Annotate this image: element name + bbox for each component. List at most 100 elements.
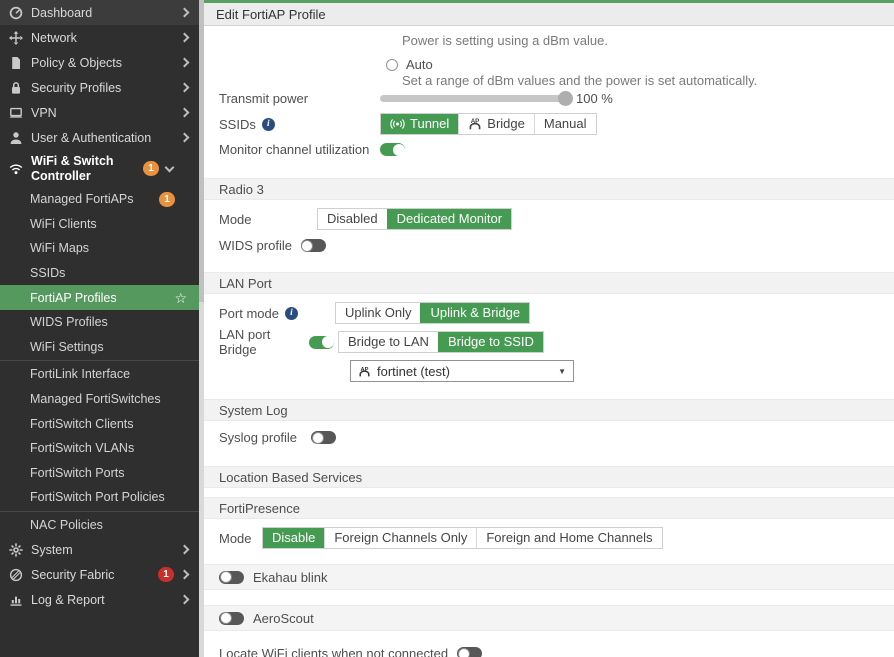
- transmit-power-row: Transmit power 100 %: [204, 91, 894, 106]
- sidebar-item-ssids[interactable]: SSIDs: [0, 261, 199, 286]
- chevron-down-icon: [164, 162, 175, 172]
- sidebar-item-policy-objects[interactable]: Policy & Objects: [0, 50, 199, 75]
- sidebar-item-network[interactable]: Network: [0, 25, 199, 50]
- fp-mode-option-disable[interactable]: Disable: [263, 528, 325, 548]
- ekahau-blink-row: Ekahau blink: [204, 564, 894, 590]
- sidebar-item-fortilink-interface[interactable]: FortiLink Interface: [0, 362, 199, 387]
- page-title: Edit FortiAP Profile: [216, 6, 326, 22]
- sidebar-item-wids-profiles[interactable]: WIDS Profiles: [0, 310, 199, 335]
- bridge-to-lan-option[interactable]: Bridge to LAN: [339, 332, 438, 352]
- sidebar-item-fortiswitch-vlans[interactable]: FortiSwitch VLANs: [0, 436, 199, 461]
- port-mode-row: Port mode i Uplink Only Uplink & Bridge: [204, 302, 894, 324]
- fortipresence-mode-label: Mode: [219, 530, 252, 546]
- monitor-channel-label: Monitor channel utilization: [219, 142, 370, 157]
- bridge-to-ssid-option[interactable]: Bridge to SSID: [437, 332, 543, 352]
- wids-profile-label: WIDS profile: [219, 238, 292, 253]
- radio3-mode-option-disabled[interactable]: Disabled: [318, 209, 387, 229]
- laptop-icon: [8, 106, 24, 120]
- sidebar-item-wifi-settings[interactable]: WiFi Settings: [0, 335, 199, 360]
- fp-mode-option-foreign-channels-only[interactable]: Foreign Channels Only: [324, 528, 476, 548]
- sidebar-item-security-fabric[interactable]: Security Fabric 1: [0, 562, 199, 587]
- chevron-right-icon: [179, 107, 190, 118]
- fortiap-profile-form: Power is setting using a dBm value. Auto…: [204, 26, 894, 657]
- fp-mode-option-foreign-and-home-channels[interactable]: Foreign and Home Channels: [476, 528, 661, 548]
- sidebar-item-wifi-maps[interactable]: WiFi Maps: [0, 236, 199, 261]
- sidebar-item-security-profiles[interactable]: Security Profiles: [0, 75, 199, 100]
- aeroscout-toggle[interactable]: [219, 611, 244, 625]
- wids-profile-row: WIDS profile: [204, 238, 894, 253]
- chevron-right-icon: [179, 7, 190, 18]
- chevron-right-icon: [179, 594, 190, 605]
- sidebar-item-fortiswitch-ports[interactable]: FortiSwitch Ports: [0, 461, 199, 486]
- gear-icon: [8, 543, 24, 557]
- chevron-right-icon: [179, 32, 190, 43]
- lan-port-bridge-toggle[interactable]: [309, 335, 334, 349]
- syslog-profile-label: Syslog profile: [219, 430, 298, 445]
- radio3-mode-label: Mode: [219, 211, 252, 227]
- wifi-broadcast-icon: [390, 118, 405, 130]
- port-mode-option-uplink-bridge[interactable]: Uplink & Bridge: [420, 303, 530, 323]
- sidebar-item-managed-fortiaps[interactable]: Managed FortiAPs 1: [0, 187, 199, 212]
- ap-bridge-icon: AP: [358, 365, 371, 378]
- port-mode-option-uplink-only[interactable]: Uplink Only: [336, 303, 420, 323]
- fortipresence-mode-row: Mode Disable Foreign Channels Only Forei…: [204, 527, 894, 549]
- port-mode-label: Port mode: [219, 305, 279, 321]
- favorite-star-icon[interactable]: ☆: [174, 291, 187, 305]
- sidebar-item-fortiap-profiles[interactable]: FortiAP Profiles ☆: [0, 285, 199, 310]
- main-panel: Edit FortiAP Profile Power is setting us…: [204, 0, 894, 657]
- ap-bridge-icon: AP: [468, 117, 482, 131]
- radio3-mode-segmented-control: Disabled Dedicated Monitor: [317, 208, 513, 230]
- lan-port-section-header: LAN Port: [204, 272, 894, 294]
- chevron-right-icon: [179, 57, 190, 68]
- info-icon[interactable]: i: [261, 117, 275, 131]
- auto-radio-button[interactable]: [386, 58, 398, 71]
- ssids-option-bridge[interactable]: AP Bridge: [458, 114, 534, 134]
- fortipresence-section-header: FortiPresence: [204, 497, 894, 519]
- gauge-icon: [8, 6, 24, 20]
- app-window: Dashboard Network Policy & Objects Secur…: [0, 0, 894, 657]
- page-header: Edit FortiAP Profile: [204, 3, 894, 26]
- sidebar-item-log-report[interactable]: Log & Report: [0, 587, 199, 612]
- slider-handle[interactable]: [558, 91, 573, 106]
- monitor-channel-row: Monitor channel utilization: [204, 142, 894, 157]
- syslog-profile-toggle[interactable]: [311, 431, 337, 444]
- sidebar-divider: [0, 360, 199, 362]
- radio3-mode-option-dedicated-monitor[interactable]: Dedicated Monitor: [386, 209, 512, 229]
- sidebar-item-vpn[interactable]: VPN: [0, 100, 199, 125]
- aeroscout-label: AeroScout: [253, 610, 314, 626]
- sidebar-item-fortiswitch-port-policies[interactable]: FortiSwitch Port Policies: [0, 485, 199, 510]
- info-icon[interactable]: i: [284, 306, 298, 320]
- sidebar-item-wifi-switch-controller[interactable]: WiFi & Switch Controller 1: [0, 150, 199, 187]
- wids-profile-toggle[interactable]: [300, 239, 326, 252]
- monitor-channel-toggle[interactable]: [380, 143, 405, 156]
- sidebar-item-dashboard[interactable]: Dashboard: [0, 0, 199, 25]
- ssids-segmented-control: Tunnel AP Bridge Manual: [380, 113, 597, 135]
- sidebar-item-system[interactable]: System: [0, 537, 199, 562]
- auto-power-radio-row: Auto: [386, 57, 894, 72]
- aeroscout-row: AeroScout: [204, 605, 894, 631]
- sidebar-item-nac-policies[interactable]: NAC Policies: [0, 513, 199, 538]
- document-icon: [8, 56, 24, 70]
- ssids-option-tunnel[interactable]: Tunnel: [381, 114, 459, 134]
- sidebar-item-managed-fortiswitches[interactable]: Managed FortiSwitches: [0, 387, 199, 412]
- radio3-section-header: Radio 3: [204, 178, 894, 200]
- managed-fortiaps-badge: 1: [159, 191, 175, 207]
- sidebar-item-wifi-clients[interactable]: WiFi Clients: [0, 212, 199, 237]
- user-icon: [8, 131, 24, 145]
- locate-wifi-clients-label: Locate WiFi clients when not connected: [219, 646, 449, 657]
- chevron-right-icon: [179, 544, 190, 555]
- locate-wifi-clients-toggle[interactable]: [457, 647, 483, 657]
- ekahau-blink-toggle[interactable]: [219, 570, 244, 584]
- sidebar-item-user-authentication[interactable]: User & Authentication: [0, 125, 199, 150]
- lock-icon: [8, 81, 24, 95]
- system-log-section-header: System Log: [204, 399, 894, 421]
- ssids-row: SSIDs i Tunnel AP Bridge Manual: [204, 113, 894, 135]
- auto-radio-label: Auto: [406, 57, 433, 72]
- transmit-power-value: 100 %: [576, 91, 613, 106]
- bar-chart-icon: [8, 593, 24, 607]
- transmit-power-slider[interactable]: [380, 91, 573, 106]
- ssids-option-manual[interactable]: Manual: [533, 114, 596, 134]
- sidebar-item-fortiswitch-clients[interactable]: FortiSwitch Clients: [0, 411, 199, 436]
- move-arrows-icon: [8, 30, 24, 45]
- ssid-select-dropdown[interactable]: AP fortinet (test) ▼: [350, 360, 574, 382]
